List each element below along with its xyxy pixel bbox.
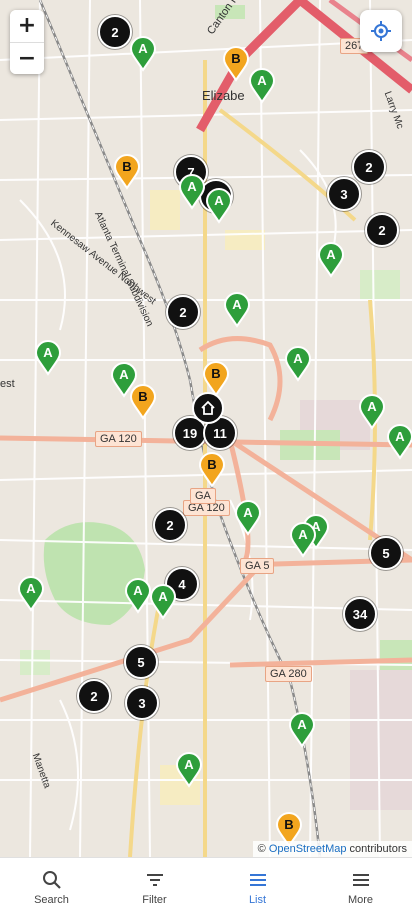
locate-button[interactable] bbox=[360, 10, 402, 52]
pin-marker-a[interactable]: A bbox=[386, 424, 412, 460]
pin-marker-b[interactable]: B bbox=[129, 384, 157, 420]
route-shield: GA 120 bbox=[95, 431, 142, 447]
home-icon bbox=[201, 400, 215, 415]
pin-label: A bbox=[43, 345, 53, 360]
tab-list[interactable]: List bbox=[206, 858, 309, 916]
route-shield: GA 280 bbox=[265, 666, 312, 682]
zoom-control: + − bbox=[10, 10, 44, 74]
pin-label: A bbox=[298, 527, 308, 542]
pin-label: B bbox=[231, 51, 241, 66]
pin-label: B bbox=[138, 389, 148, 404]
pin-label: A bbox=[187, 179, 197, 194]
pin-marker-b[interactable]: B bbox=[113, 154, 141, 190]
cluster-marker[interactable]: 5 bbox=[369, 536, 403, 570]
pin-marker-a[interactable]: A bbox=[205, 188, 233, 224]
cluster-marker[interactable]: 2 bbox=[98, 15, 132, 49]
cluster-marker[interactable]: 2 bbox=[352, 150, 386, 184]
cluster-marker[interactable]: 3 bbox=[327, 177, 361, 211]
pin-marker-a[interactable]: A bbox=[129, 36, 157, 72]
pin-marker-a[interactable]: A bbox=[223, 292, 251, 328]
route-shield: GA bbox=[190, 488, 216, 504]
pin-label: A bbox=[119, 367, 129, 382]
road-label: est bbox=[0, 378, 15, 390]
tab-filter[interactable]: Filter bbox=[103, 858, 206, 916]
zoom-out-button[interactable]: − bbox=[10, 42, 44, 74]
pin-label: A bbox=[297, 717, 307, 732]
pin-label: A bbox=[26, 581, 36, 596]
pin-marker-a[interactable]: A bbox=[288, 712, 316, 748]
place-label: Elizabe bbox=[202, 88, 245, 103]
pin-label: A bbox=[326, 247, 336, 262]
pin-label: A bbox=[138, 41, 148, 56]
tab-label: List bbox=[248, 893, 267, 906]
pin-marker-a[interactable]: A bbox=[248, 68, 276, 104]
pin-label: A bbox=[214, 193, 224, 208]
cluster-marker[interactable]: 34 bbox=[343, 597, 377, 631]
cluster-marker[interactable]: 2 bbox=[77, 679, 111, 713]
cluster-marker[interactable]: 2 bbox=[153, 508, 187, 542]
map-view[interactable]: Elizabe Canton Road Connector Kennesaw A… bbox=[0, 0, 412, 857]
pin-label: B bbox=[122, 159, 132, 174]
cluster-marker[interactable]: 5 bbox=[124, 645, 158, 679]
bottom-tab-bar: Search Filter List More bbox=[0, 857, 412, 916]
pin-marker-a[interactable]: A bbox=[34, 340, 62, 376]
map-attribution: © OpenStreetMap contributors bbox=[252, 841, 412, 857]
cluster-marker[interactable]: 2 bbox=[365, 213, 399, 247]
pin-marker-b[interactable]: B bbox=[222, 46, 250, 82]
pin-marker-a[interactable]: A bbox=[124, 578, 152, 614]
tab-label: More bbox=[347, 893, 374, 906]
route-shield: GA 5 bbox=[240, 558, 275, 574]
tab-more[interactable]: More bbox=[309, 858, 412, 916]
crosshair-icon bbox=[371, 21, 391, 41]
pin-label: A bbox=[395, 429, 405, 444]
filter-icon bbox=[146, 873, 163, 886]
pin-label: B bbox=[284, 817, 294, 832]
pin-label: A bbox=[232, 297, 242, 312]
pin-label: A bbox=[158, 589, 168, 604]
search-icon bbox=[42, 870, 61, 889]
pin-label: A bbox=[243, 505, 253, 520]
cluster-marker[interactable]: 2 bbox=[166, 295, 200, 329]
pin-marker-a[interactable]: A bbox=[17, 576, 45, 612]
tab-label: Filter bbox=[142, 893, 167, 906]
pin-marker-a[interactable]: A bbox=[178, 174, 206, 210]
pin-marker-a[interactable]: A bbox=[149, 584, 177, 620]
pin-label: A bbox=[293, 351, 303, 366]
pin-label: B bbox=[211, 366, 221, 381]
tab-search[interactable]: Search bbox=[0, 858, 103, 916]
zoom-in-button[interactable]: + bbox=[10, 10, 44, 42]
pin-marker-a[interactable]: A bbox=[358, 394, 386, 430]
tab-label: Search bbox=[34, 893, 69, 906]
menu-icon bbox=[352, 873, 369, 886]
attribution-prefix: © bbox=[257, 843, 269, 855]
cluster-marker[interactable]: 3 bbox=[125, 686, 159, 720]
pin-label: A bbox=[133, 583, 143, 598]
pin-marker-a[interactable]: A bbox=[317, 242, 345, 278]
pin-label: B bbox=[207, 457, 217, 472]
list-icon bbox=[249, 873, 266, 886]
osm-link[interactable]: OpenStreetMap bbox=[269, 843, 347, 855]
pin-label: A bbox=[367, 399, 377, 414]
pin-marker-a[interactable]: A bbox=[234, 500, 262, 536]
pin-marker-b[interactable]: B bbox=[202, 361, 230, 397]
pin-marker-a[interactable]: A bbox=[284, 346, 312, 382]
attribution-suffix: contributors bbox=[346, 843, 407, 855]
pin-label: A bbox=[184, 757, 194, 772]
pin-marker-b[interactable]: B bbox=[198, 452, 226, 488]
pin-marker-a[interactable]: A bbox=[175, 752, 203, 788]
pin-label: A bbox=[257, 73, 267, 88]
pin-marker-a[interactable]: A bbox=[289, 522, 317, 558]
